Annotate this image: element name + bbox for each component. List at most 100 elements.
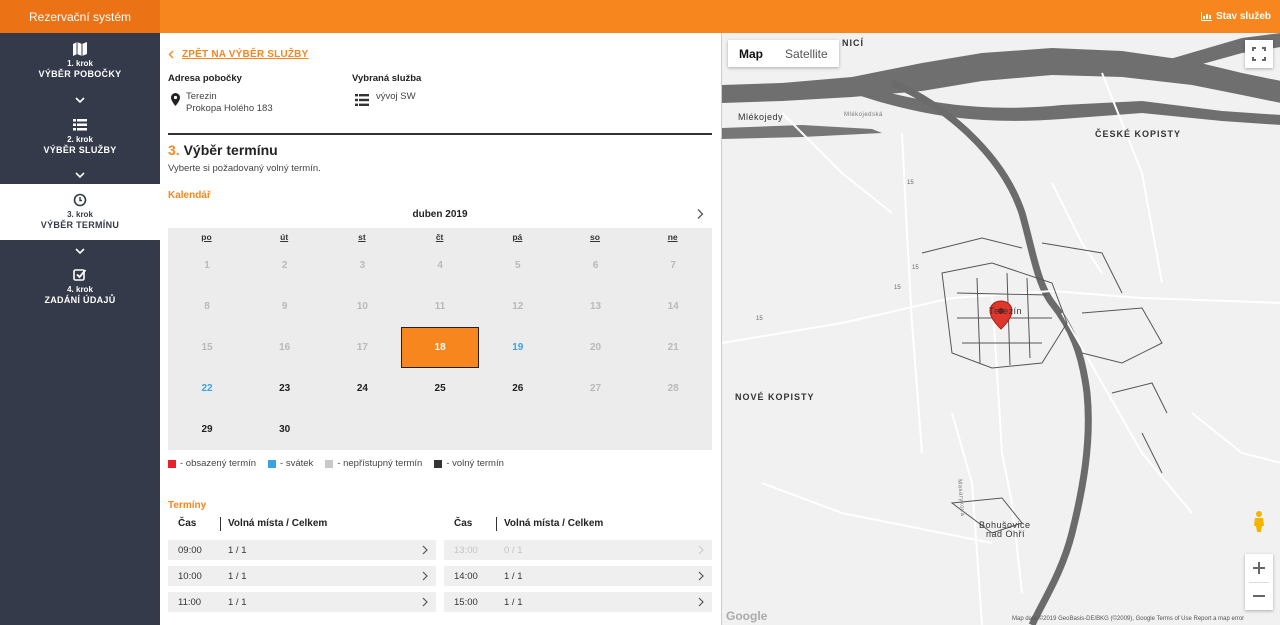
chevron-right-icon: [422, 545, 428, 555]
step-term[interactable]: 3. krok VÝBĚR TERMÍNU: [0, 184, 160, 240]
calendar-day: 14: [667, 301, 679, 312]
status-link-label: Stav služeb: [1215, 11, 1271, 22]
step-label: VÝBĚR TERMÍNU: [40, 220, 120, 230]
map-attribution[interactable]: Map data ©2019 GeoBasis-DE/BKG (©2009), …: [1012, 616, 1244, 622]
step-heading: 3. Výběr termínu: [168, 142, 278, 158]
calendar-day: 9: [281, 301, 288, 312]
chevron-right-icon: [422, 597, 428, 607]
calendar-day: 11: [434, 301, 446, 312]
weekday-header: po: [201, 232, 212, 242]
step-number: 2. krok: [67, 135, 93, 144]
status-link[interactable]: Stav služeb: [1200, 0, 1271, 33]
zoom-in-icon[interactable]: [1245, 554, 1273, 582]
slot-time: 10:00: [178, 571, 202, 582]
slot-time: 14:00: [454, 571, 478, 582]
map-panel[interactable]: 15 15 15 15 Map Satellite NICÍ Mlékojedy…: [721, 33, 1280, 625]
calendar-day[interactable]: 30: [246, 409, 324, 450]
calendar-day[interactable]: 29: [168, 409, 246, 450]
map-place-label: NICÍ: [842, 38, 864, 48]
legend-swatch: [268, 459, 277, 468]
calendar-day[interactable]: 23: [246, 368, 324, 409]
slot-time: 13:00: [454, 545, 478, 556]
legend-item: - obsazený termín: [168, 458, 256, 469]
weekday-header: st: [358, 232, 366, 242]
column-separator: [220, 517, 221, 531]
service-value: vývoj SW: [376, 91, 416, 102]
calendar-day: 16: [279, 342, 291, 353]
brand-title[interactable]: Rezervační systém: [0, 0, 160, 33]
back-link[interactable]: ZPĚT NA VÝBĚR SLUŽBY: [168, 49, 308, 60]
steps-sidebar: 1. krok VÝBĚR POBOČKY 2. krok VÝBĚR SLUŽ…: [0, 33, 160, 625]
road-number: 15: [912, 265, 919, 271]
location-pin-icon: [171, 93, 180, 106]
calendar-day: 19: [512, 342, 524, 353]
calendar-day: 7: [670, 260, 676, 271]
weekday-header: so: [590, 232, 600, 242]
main-content: ZPĚT NA VÝBĚR SLUŽBY Adresa pobočky Tere…: [160, 33, 721, 625]
time-column-header: Čas: [178, 518, 197, 529]
calendar-day: 3: [359, 260, 366, 271]
street-view-button[interactable]: [1245, 506, 1273, 534]
time-slot-row: 13:00 0 / 1: [444, 540, 712, 560]
map-place-label: nad Ohří: [986, 529, 1026, 539]
chevron-down-icon: [75, 172, 85, 179]
time-slot-row[interactable]: 14:00 1 / 1: [444, 566, 712, 586]
step-details[interactable]: 4. krok ZADÁNÍ ÚDAJŮ: [0, 259, 160, 315]
calendar-day[interactable]: 26: [479, 368, 557, 409]
calendar-month: duben 2019: [412, 209, 468, 220]
time-slot-row[interactable]: 10:00 1 / 1: [168, 566, 436, 586]
slot-capacity: 1 / 1: [228, 597, 247, 608]
fullscreen-icon: [1252, 47, 1266, 61]
service-heading: Vybraná služba: [352, 73, 422, 84]
clock-icon: [73, 193, 87, 207]
legend-swatch: [168, 459, 176, 468]
column-separator: [496, 517, 497, 531]
back-link-label: ZPĚT NA VÝBĚR SLUŽBY: [182, 49, 309, 60]
calendar-day-selected[interactable]: 18: [401, 327, 480, 368]
calendar-day: 10: [356, 301, 368, 312]
fullscreen-button[interactable]: [1245, 40, 1273, 68]
calendar-day: 8: [204, 301, 210, 312]
chevron-right-icon: [698, 545, 704, 555]
road-number: 15: [894, 285, 901, 291]
calendar-day[interactable]: 24: [323, 368, 401, 409]
calendar-day: 21: [667, 342, 679, 353]
step-label: ZADÁNÍ ÚDAJŮ: [44, 295, 116, 305]
chevron-right-icon[interactable]: [695, 208, 705, 220]
map-icon: [73, 42, 87, 56]
slot-time: 09:00: [178, 545, 202, 556]
calendar-day[interactable]: 25: [401, 368, 479, 409]
google-logo: Google: [726, 609, 768, 623]
step-service[interactable]: 2. krok VÝBĚR SLUŽBY: [0, 109, 160, 165]
branch-heading: Adresa pobočky: [168, 73, 242, 84]
calendar-day: 1: [204, 260, 210, 271]
pegman-icon: [1254, 511, 1264, 532]
map-type-map[interactable]: Map: [728, 40, 774, 67]
legend-swatch: [325, 459, 334, 468]
calendar-day: 27: [589, 383, 602, 394]
calendar-day: 22: [201, 383, 213, 394]
calendar-day: 5: [515, 260, 521, 271]
map-place-label: Terezín: [989, 306, 1023, 316]
chevron-left-icon: [168, 50, 174, 59]
map-street-label: Mlékojedská: [844, 112, 883, 118]
step-heading-number: 3.: [168, 142, 180, 158]
time-column-header: Čas: [454, 518, 473, 529]
map-type-satellite[interactable]: Satellite: [774, 40, 839, 67]
time-slot-row[interactable]: 11:00 1 / 1: [168, 592, 436, 612]
zoom-out-icon[interactable]: [1245, 582, 1273, 610]
places-column-header: Volná místa / Celkem: [504, 518, 604, 529]
legend-label: - svátek: [280, 458, 314, 469]
branch-city: Terezin: [186, 91, 217, 102]
calendar-day: 2: [281, 260, 288, 271]
checkbox-icon: [73, 269, 87, 281]
step-branch[interactable]: 1. krok VÝBĚR POBOČKY: [0, 33, 160, 89]
time-slot-row[interactable]: 15:00 1 / 1: [444, 592, 712, 612]
zoom-control: [1245, 554, 1273, 610]
time-slot-row[interactable]: 09:00 1 / 1: [168, 540, 436, 560]
bar-chart-icon: [1200, 12, 1212, 21]
step-number: 3. krok: [67, 210, 93, 219]
legend-label: - obsazený termín: [180, 458, 257, 469]
step-subtitle: Vyberte si požadovaný volný termín.: [168, 163, 321, 174]
calendar-day: 4: [437, 260, 443, 271]
